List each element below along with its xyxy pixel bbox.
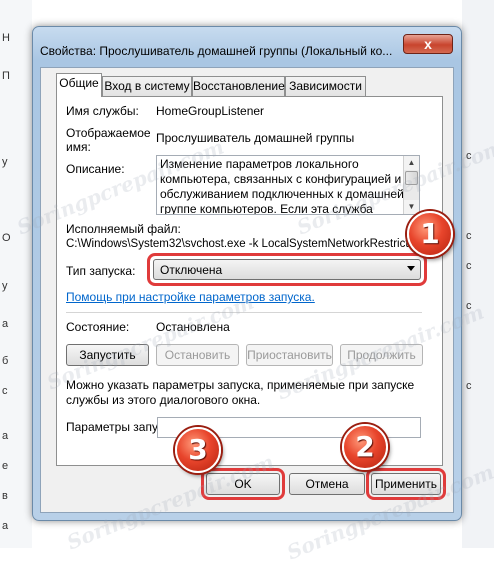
tab-recovery[interactable]: Восстановление xyxy=(192,76,285,96)
cancel-button[interactable]: Отмена xyxy=(289,473,365,495)
bg-text: а xyxy=(2,520,9,532)
bg-text: с xyxy=(466,380,472,392)
bg-text: О xyxy=(2,232,11,244)
description-box[interactable]: Изменение параметров локального компьюте… xyxy=(156,155,420,215)
scroll-down-icon[interactable]: ▼ xyxy=(404,200,419,214)
bg-text: а xyxy=(2,430,9,442)
scroll-up-icon[interactable]: ▲ xyxy=(404,156,419,170)
description-label: Описание: xyxy=(66,162,125,176)
background-window-left: Н П у О у а б с а е в а xyxy=(0,0,32,548)
close-button[interactable]: x xyxy=(403,34,453,54)
description-scrollbar[interactable]: ▲ ▼ xyxy=(403,156,419,214)
bg-text: а xyxy=(2,318,9,330)
service-name-label: Имя службы: xyxy=(66,104,139,118)
tab-log-on[interactable]: Вход в систему xyxy=(102,76,192,96)
start-service-button[interactable]: Запустить xyxy=(66,344,149,366)
apply-button[interactable]: Применить xyxy=(371,473,441,495)
startup-type-label: Тип запуска: xyxy=(66,264,136,278)
startup-type-select[interactable]: Отключена xyxy=(153,259,421,280)
step-marker-2: 2 xyxy=(342,424,388,470)
status-value: Остановлена xyxy=(156,320,230,334)
step-marker-1: 1 xyxy=(407,211,453,257)
exe-label: Исполняемый файл: xyxy=(66,222,181,236)
bg-text: б xyxy=(2,355,9,367)
tab-general[interactable]: Общие xyxy=(56,73,102,97)
service-name-value: HomeGroupListener xyxy=(156,104,265,118)
description-text: Изменение параметров локального компьюте… xyxy=(160,157,404,215)
window-title: Свойства: Прослушиватель домашней группы… xyxy=(40,44,393,58)
bg-text: у xyxy=(2,156,8,168)
bg-text: у xyxy=(2,280,8,292)
startup-type-value: Отключена xyxy=(160,263,223,277)
bg-text: Н xyxy=(2,32,10,44)
tab-dependencies[interactable]: Зависимости xyxy=(285,76,366,96)
step-marker-3: 3 xyxy=(175,427,221,473)
start-params-note: Можно указать параметры запуска, применя… xyxy=(66,378,415,407)
pause-service-button[interactable]: Приостановить xyxy=(246,344,333,366)
bg-text: с xyxy=(466,260,472,272)
bg-text: е xyxy=(2,460,9,472)
display-name-label: Отображаемое имя: xyxy=(66,126,151,154)
status-label: Состояние: xyxy=(66,320,130,334)
chevron-down-icon xyxy=(407,266,415,271)
ok-button[interactable]: OK xyxy=(206,473,280,495)
resume-service-button[interactable]: Продолжить xyxy=(340,344,423,366)
bg-text: П xyxy=(2,70,10,82)
bg-text: в xyxy=(2,490,8,502)
bg-text: с xyxy=(466,230,472,242)
background-window-right: с с с с с xyxy=(462,0,494,548)
bg-text: с xyxy=(2,385,8,397)
exe-path-value: C:\Windows\System32\svchost.exe -k Local… xyxy=(66,238,422,250)
close-icon: x xyxy=(424,36,432,52)
divider xyxy=(66,312,422,313)
stop-service-button[interactable]: Остановить xyxy=(156,344,239,366)
display-name-value: Прослушиватель домашней группы xyxy=(156,131,355,145)
startup-help-link[interactable]: Помощь при настройке параметров запуска. xyxy=(66,290,315,304)
scroll-thumb[interactable] xyxy=(405,171,418,185)
bg-text: с xyxy=(466,150,472,162)
bg-text: с xyxy=(466,300,472,312)
